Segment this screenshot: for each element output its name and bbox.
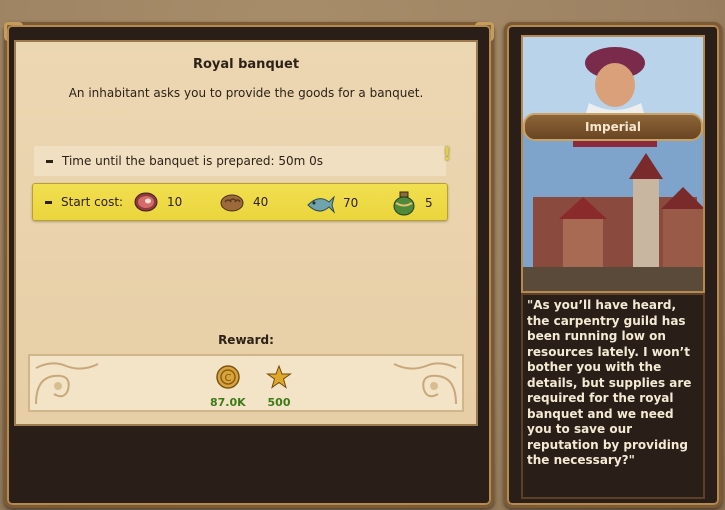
cost-amount: 40 [253, 195, 269, 209]
start-cost-row: Start cost: 10 40 70 5 [32, 183, 448, 221]
cost-amount: 5 [425, 196, 433, 210]
npc-quote: "As you’ll have heard, the carpentry gui… [521, 293, 705, 499]
reward-amount: 500 [267, 396, 291, 409]
reward-label: Reward: [218, 333, 274, 347]
quest-description: An inhabitant asks you to provide the go… [68, 86, 424, 100]
cost-item-meat: 10 [133, 190, 182, 214]
quest-parchment: Royal banquet An inhabitant asks you to … [14, 40, 478, 426]
frame-ornament [4, 22, 23, 41]
cost-item-fish: 70 [305, 190, 358, 216]
cost-item-bread: 40 [219, 190, 268, 214]
time-text: Time until the banquet is prepared: 50m … [62, 154, 324, 168]
svg-text:C: C [224, 373, 231, 384]
start-cost-label: Start cost: [61, 195, 124, 209]
coin-icon: C [216, 365, 240, 389]
npc-panel: Imperial "As you’ll have heard, the carp… [504, 22, 722, 508]
bread-icon [220, 194, 244, 212]
fish-icon [307, 195, 335, 214]
reward-box: C 87.0K 500 [28, 354, 464, 412]
quest-title: Royal banquet [192, 57, 300, 72]
npc-scene-image [523, 37, 703, 291]
cost-item-wine: 5 [391, 190, 433, 216]
cost-amount: 70 [343, 196, 359, 210]
star-icon [265, 364, 293, 389]
meat-icon [134, 192, 158, 212]
reward-amount: 87.0K [210, 396, 246, 409]
reward-points: 500 [265, 364, 293, 409]
right-flourish-icon [393, 362, 457, 405]
time-requirement-row: Time until the banquet is prepared: 50m … [34, 146, 446, 176]
bullet-icon [45, 200, 52, 204]
npc-name-banner: Imperial [523, 113, 703, 141]
left-flourish-icon [35, 362, 99, 405]
frame-ornament [475, 22, 494, 41]
bullet-icon [46, 159, 53, 163]
cost-amount: 10 [167, 195, 183, 209]
alert-icon[interactable]: ! [443, 144, 451, 166]
reward-coins: C 87.0K [210, 364, 246, 409]
wine-bottle-icon [393, 191, 415, 216]
npc-portrait-area [521, 35, 705, 293]
